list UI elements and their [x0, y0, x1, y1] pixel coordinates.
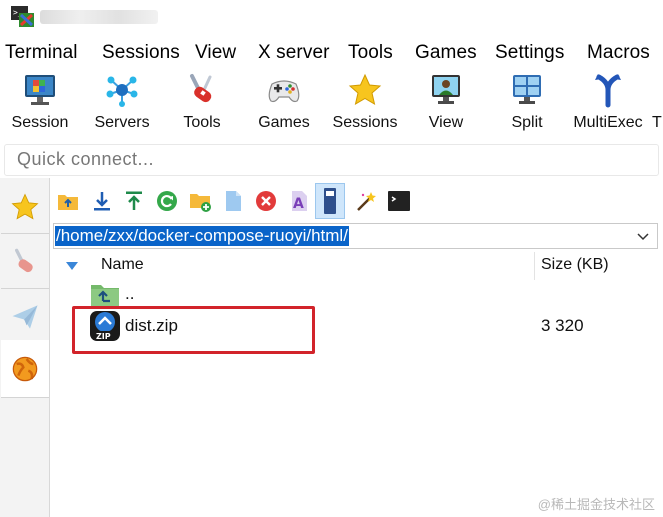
tools-icon — [15, 248, 33, 272]
swiss-knife-icon — [190, 74, 212, 103]
rename-icon[interactable]: A — [286, 188, 312, 214]
toolbar-servers-label: Servers — [94, 114, 150, 131]
side-tabs — [0, 178, 50, 517]
menu-games[interactable]: Games — [415, 42, 477, 64]
menu-x-server[interactable]: X server — [258, 42, 330, 64]
servers-network-icon — [106, 76, 138, 107]
file-list-header: Name Size (KB) — [51, 252, 663, 280]
download-icon[interactable] — [89, 188, 115, 214]
star-icon — [348, 73, 382, 106]
toolbar-split-label: Split — [511, 114, 543, 131]
app-logo-icon: >_ — [11, 6, 34, 27]
column-header-name[interactable]: Name — [101, 256, 144, 274]
follow-terminal-icon[interactable] — [315, 183, 345, 219]
monitor-session-icon — [25, 75, 55, 105]
toolbar-session-button[interactable]: Session — [1, 72, 79, 136]
window-title-blurred — [40, 10, 158, 24]
globe-icon — [12, 356, 38, 381]
toolbar-split-button[interactable]: Split — [488, 72, 566, 136]
sftp-toolbar: A — [51, 178, 663, 222]
quick-connect-input[interactable] — [17, 149, 517, 170]
upload-icon[interactable] — [121, 188, 147, 214]
folder-up-icon[interactable] — [55, 188, 81, 214]
menu-tools[interactable]: Tools — [348, 42, 393, 64]
delete-icon[interactable] — [253, 188, 279, 214]
menu-view[interactable]: View — [195, 42, 236, 64]
file-name: .. — [125, 284, 135, 303]
toolbar-multiexec-label: MultiExec — [573, 114, 643, 131]
side-tab-sftp[interactable] — [1, 290, 49, 344]
split-window-icon — [513, 75, 541, 104]
column-divider[interactable] — [534, 252, 535, 280]
menu-terminal[interactable]: Terminal — [5, 42, 78, 64]
new-file-icon[interactable] — [220, 188, 246, 214]
sort-descending-icon[interactable] — [65, 261, 79, 271]
menu-settings[interactable]: Settings — [495, 42, 564, 64]
toolbar-session-label: Session — [11, 114, 69, 131]
star-icon — [11, 192, 39, 220]
user-monitor-icon — [432, 75, 460, 104]
quick-connect-bar — [4, 144, 659, 176]
terminal-icon[interactable] — [386, 188, 412, 214]
toolbar-sessions-label: Sessions — [332, 114, 398, 131]
menu-sessions[interactable]: Sessions — [102, 42, 180, 64]
annotation-highlight-box — [72, 306, 315, 354]
toolbar-servers-button[interactable]: Servers — [83, 72, 161, 136]
refresh-icon[interactable] — [154, 188, 180, 214]
gamepad-icon — [268, 80, 300, 103]
toolbar-tools-label: Tools — [183, 114, 221, 131]
side-tab-sessions[interactable] — [1, 180, 49, 234]
side-tabs-empty-area — [1, 398, 49, 517]
multiexec-fork-icon — [595, 74, 621, 108]
toolbar-view-label: View — [428, 114, 464, 131]
magic-wand-icon[interactable] — [353, 188, 379, 214]
toolbar-games-label: Games — [258, 114, 310, 131]
menu-macros[interactable]: Macros — [587, 42, 650, 64]
file-size: 3 320 — [541, 316, 584, 335]
watermark: @稀土掘金技术社区 — [537, 497, 655, 512]
svg-text:A: A — [293, 196, 304, 212]
toolbar-tools-button[interactable]: Tools — [163, 72, 241, 136]
toolbar-multiexec-button[interactable]: MultiExec — [569, 72, 647, 136]
path-input[interactable]: /home/zxx/docker-compose-ruoyi/html/ — [55, 226, 349, 246]
sftp-send-icon — [12, 304, 38, 329]
title-bar: >_ — [0, 0, 663, 38]
toolbar-view-button[interactable]: View — [407, 72, 485, 136]
toolbar-games-button[interactable]: Games — [245, 72, 323, 136]
path-bar[interactable]: /home/zxx/docker-compose-ruoyi/html/ — [53, 223, 658, 249]
menu-bar: Terminal Sessions View X server Tools Ga… — [0, 38, 663, 68]
side-tab-tools[interactable] — [1, 235, 49, 289]
toolbar-clipped-label: T — [652, 114, 662, 131]
chevron-down-icon[interactable] — [635, 228, 651, 244]
toolbar-sessions-button[interactable]: Sessions — [326, 72, 404, 136]
main-toolbar: Session Servers Tools Games Sessions Vie… — [0, 68, 663, 140]
column-header-size[interactable]: Size (KB) — [541, 256, 609, 274]
new-folder-icon[interactable] — [187, 188, 213, 214]
side-tab-globe[interactable] — [1, 340, 49, 398]
